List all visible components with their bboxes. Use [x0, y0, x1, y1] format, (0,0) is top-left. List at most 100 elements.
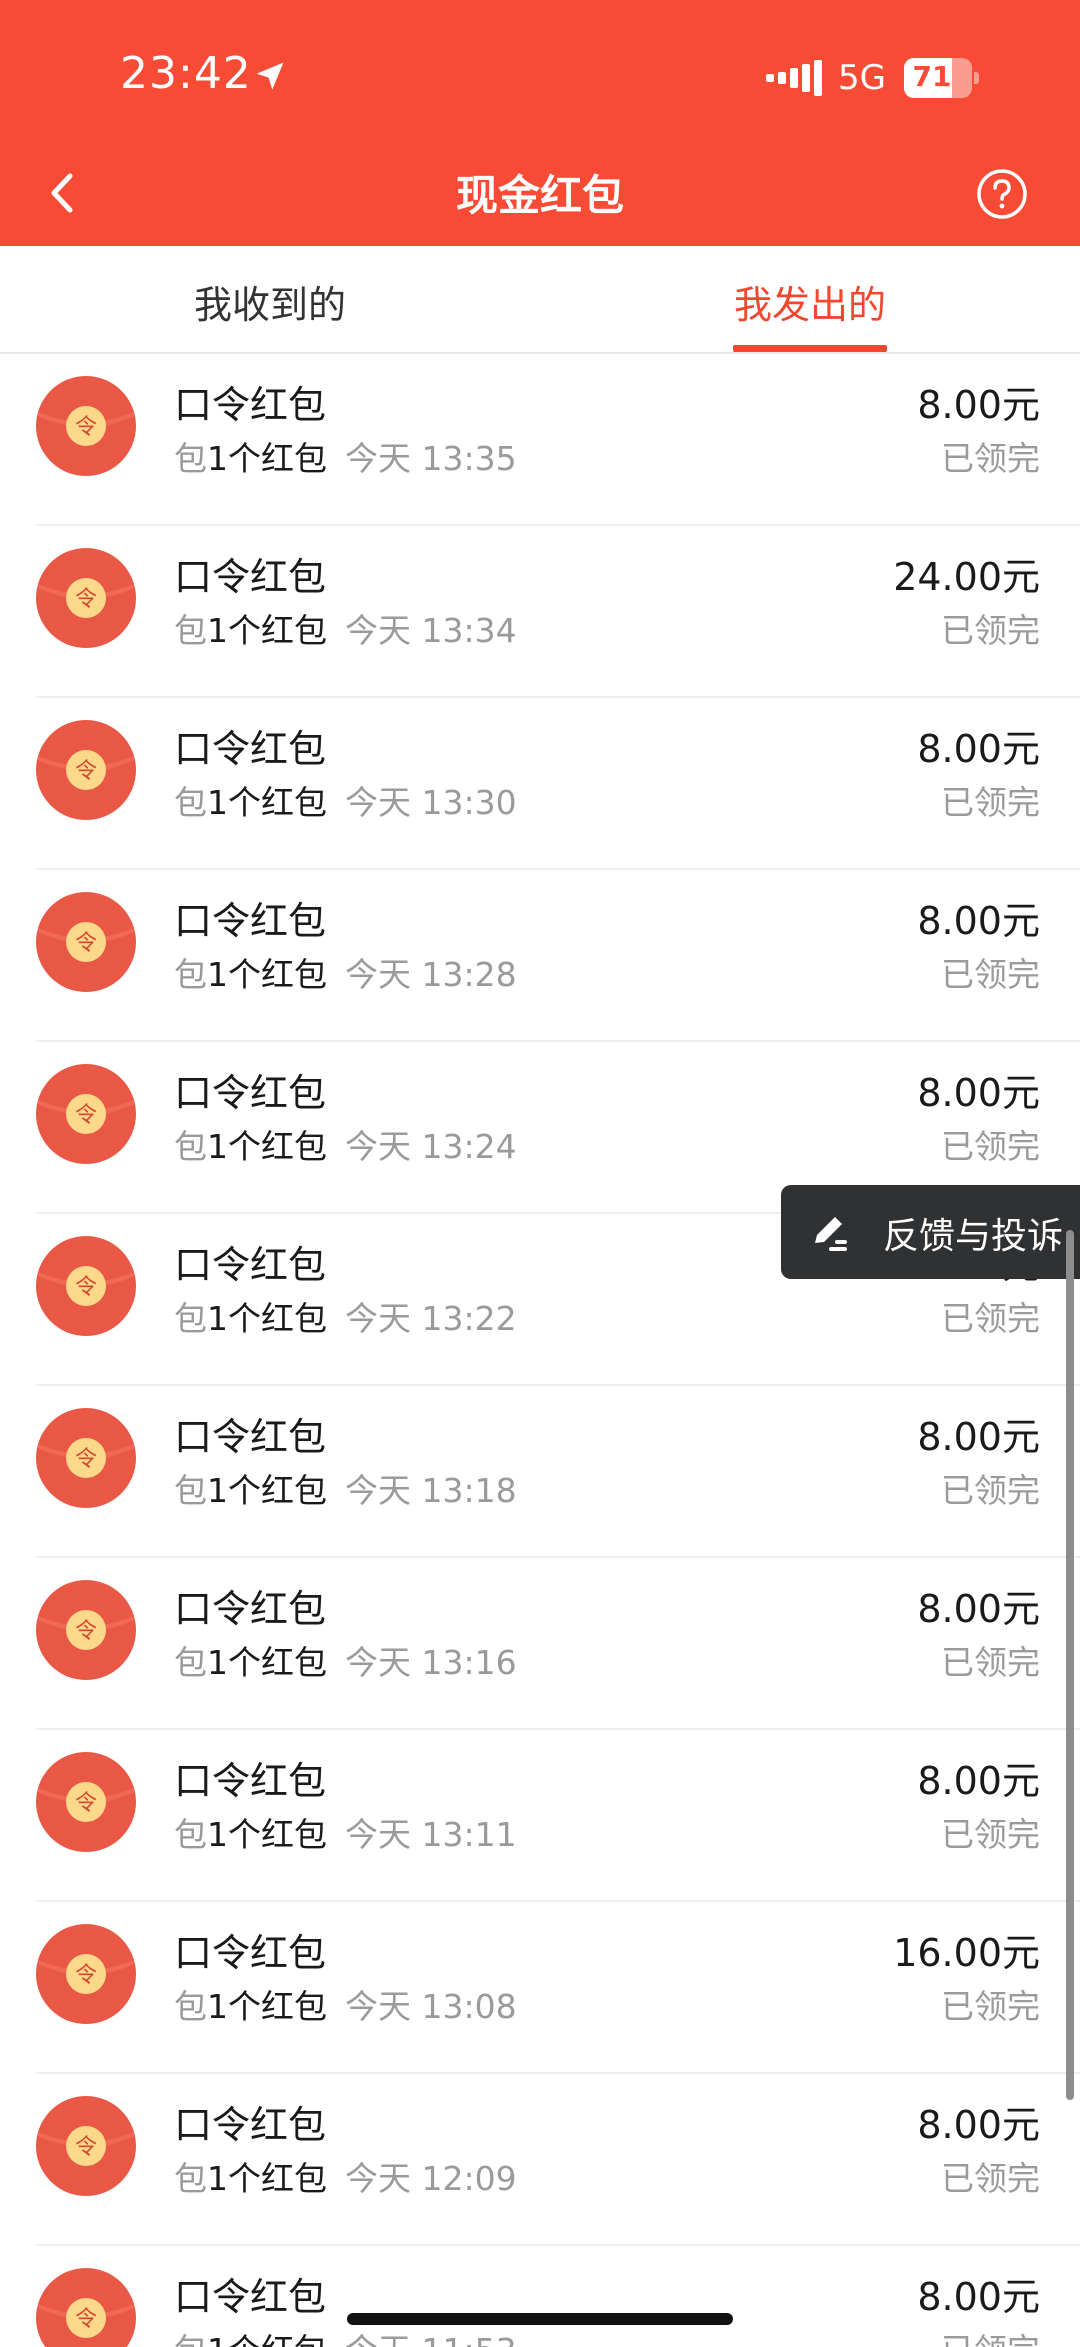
packet-amount: 8.00元 [917, 1587, 1040, 1631]
packet-subtitle: 包1个红包 今天 13:16 [174, 1636, 517, 1684]
packet-subtitle: 包1个红包 今天 13:18 [174, 1464, 517, 1512]
active-tab-indicator [733, 345, 887, 352]
packet-count: 1个红包 [207, 1815, 327, 1854]
packet-subtitle: 包1个红包 今天 11:53 [174, 2324, 517, 2347]
packet-title: 口令红包 [174, 727, 327, 771]
packet-prefix: 包 [174, 611, 207, 650]
packet-prefix: 包 [174, 1299, 207, 1338]
packet-time: 今天 12:09 [345, 2159, 517, 2198]
edit-pencil-icon [815, 1217, 847, 1251]
tab-sent[interactable]: 我发出的 [660, 274, 960, 329]
signal-icon [766, 60, 822, 96]
packet-status: 已领完 [941, 1643, 1040, 1682]
red-packet-icon: 令 [36, 1064, 136, 1164]
packet-prefix: 包 [174, 783, 207, 822]
list-item[interactable]: 令 口令红包 包1个红包 今天 13:08 16.00元 已领完 [0, 1902, 1080, 2074]
red-packet-icon: 令 [36, 2096, 136, 2196]
help-icon[interactable] [976, 168, 1028, 220]
packet-amount: 8.00元 [917, 1759, 1040, 1803]
packet-amount: 8.00元 [917, 383, 1040, 427]
packet-amount: 16.00元 [893, 1931, 1040, 1975]
network-type: 5G [838, 58, 886, 98]
list-item[interactable]: 令 口令红包 包1个红包 今天 13:28 8.00元 已领完 [0, 870, 1080, 1042]
packet-prefix: 包 [174, 955, 207, 994]
feedback-button[interactable]: 反馈与投诉 [781, 1185, 1080, 1279]
packet-char: 令 [75, 2307, 97, 2332]
feedback-label: 反馈与投诉 [883, 1216, 1064, 1257]
list-item[interactable]: 令 口令红包 包1个红包 今天 13:18 8.00元 已领完 [0, 1386, 1080, 1558]
packet-prefix: 包 [174, 1471, 207, 1510]
battery-icon: 71 [904, 58, 979, 98]
list-item[interactable]: 令 口令红包 包1个红包 今天 13:35 8.00元 已领完 [0, 354, 1080, 526]
battery-level: 71 [912, 60, 952, 93]
packet-subtitle: 包1个红包 今天 13:35 [174, 432, 517, 480]
packet-char: 令 [75, 415, 97, 440]
packet-title: 口令红包 [174, 1243, 327, 1287]
packet-time: 今天 13:28 [345, 955, 517, 994]
packet-char: 令 [75, 1275, 97, 1300]
scrollbar[interactable] [1066, 1230, 1074, 2100]
packet-title: 口令红包 [174, 1415, 327, 1459]
packet-title: 口令红包 [174, 1587, 327, 1631]
list-item[interactable]: 令 口令红包 包1个红包 今天 11:53 8.00元 已领完 [0, 2246, 1080, 2347]
packet-subtitle: 包1个红包 今天 13:34 [174, 604, 517, 652]
packet-subtitle: 包1个红包 今天 13:22 [174, 1292, 517, 1340]
packet-char: 令 [75, 1619, 97, 1644]
red-packet-icon: 令 [36, 548, 136, 648]
packet-prefix: 包 [174, 2159, 207, 2198]
packet-time: 今天 13:34 [345, 611, 517, 650]
tab-received[interactable]: 我收到的 [120, 274, 420, 329]
list-item[interactable]: 令 口令红包 包1个红包 今天 13:16 8.00元 已领完 [0, 1558, 1080, 1730]
packet-subtitle: 包1个红包 今天 13:08 [174, 1980, 517, 2028]
packet-count: 1个红包 [207, 1643, 327, 1682]
red-packet-icon: 令 [36, 720, 136, 820]
list-item[interactable]: 令 口令红包 包1个红包 今天 13:34 24.00元 已领完 [0, 526, 1080, 698]
packet-prefix: 包 [174, 1815, 207, 1854]
home-indicator[interactable] [347, 2313, 733, 2325]
packet-subtitle: 包1个红包 今天 12:09 [174, 2152, 517, 2200]
packet-status: 已领完 [941, 2324, 1040, 2347]
packet-subtitle: 包1个红包 今天 13:24 [174, 1120, 517, 1168]
packet-amount: 8.00元 [917, 1071, 1040, 1115]
packet-count: 1个红包 [207, 2159, 327, 2198]
red-packet-list: 令 口令红包 包1个红包 今天 13:35 8.00元 已领完 令 口令红包 包1… [0, 354, 1080, 2347]
red-packet-icon: 令 [36, 376, 136, 476]
list-item[interactable]: 令 口令红包 包1个红包 今天 13:30 8.00元 已领完 [0, 698, 1080, 870]
packet-char: 令 [75, 1103, 97, 1128]
packet-subtitle: 包1个红包 今天 13:11 [174, 1808, 517, 1856]
packet-char: 令 [75, 2135, 97, 2160]
packet-title: 口令红包 [174, 555, 327, 599]
packet-count: 1个红包 [207, 439, 327, 478]
packet-amount: 8.00元 [917, 2275, 1040, 2319]
packet-time: 今天 13:11 [345, 1815, 517, 1854]
packet-char: 令 [75, 1447, 97, 1472]
list-item[interactable]: 令 口令红包 包1个红包 今天 12:09 8.00元 已领完 [0, 2074, 1080, 2246]
header: 23:42 5G 71 现金红包 [0, 0, 1080, 246]
red-packet-icon: 令 [36, 1752, 136, 1852]
packet-count: 1个红包 [207, 783, 327, 822]
packet-amount: 8.00元 [917, 1415, 1040, 1459]
packet-char: 令 [75, 1791, 97, 1816]
packet-status: 已领完 [941, 1127, 1040, 1166]
red-packet-icon: 令 [36, 1236, 136, 1336]
packet-count: 1个红包 [207, 955, 327, 994]
packet-char: 令 [75, 759, 97, 784]
packet-char: 令 [75, 587, 97, 612]
packet-prefix: 包 [174, 1643, 207, 1682]
red-packet-icon: 令 [36, 892, 136, 992]
packet-amount: 8.00元 [917, 899, 1040, 943]
packet-title: 口令红包 [174, 1759, 327, 1803]
packet-prefix: 包 [174, 1987, 207, 2026]
packet-time: 今天 13:16 [345, 1643, 517, 1682]
packet-status: 已领完 [941, 1815, 1040, 1854]
packet-title: 口令红包 [174, 2275, 327, 2319]
list-item[interactable]: 令 口令红包 包1个红包 今天 13:11 8.00元 已领完 [0, 1730, 1080, 1902]
packet-status: 已领完 [941, 1471, 1040, 1510]
packet-subtitle: 包1个红包 今天 13:28 [174, 948, 517, 996]
packet-char: 令 [75, 1963, 97, 1988]
packet-title: 口令红包 [174, 1071, 327, 1115]
packet-amount: 8.00元 [917, 2103, 1040, 2147]
packet-time: 今天 11:53 [345, 2331, 517, 2347]
packet-count: 1个红包 [207, 1127, 327, 1166]
back-chevron-icon[interactable] [40, 162, 84, 224]
